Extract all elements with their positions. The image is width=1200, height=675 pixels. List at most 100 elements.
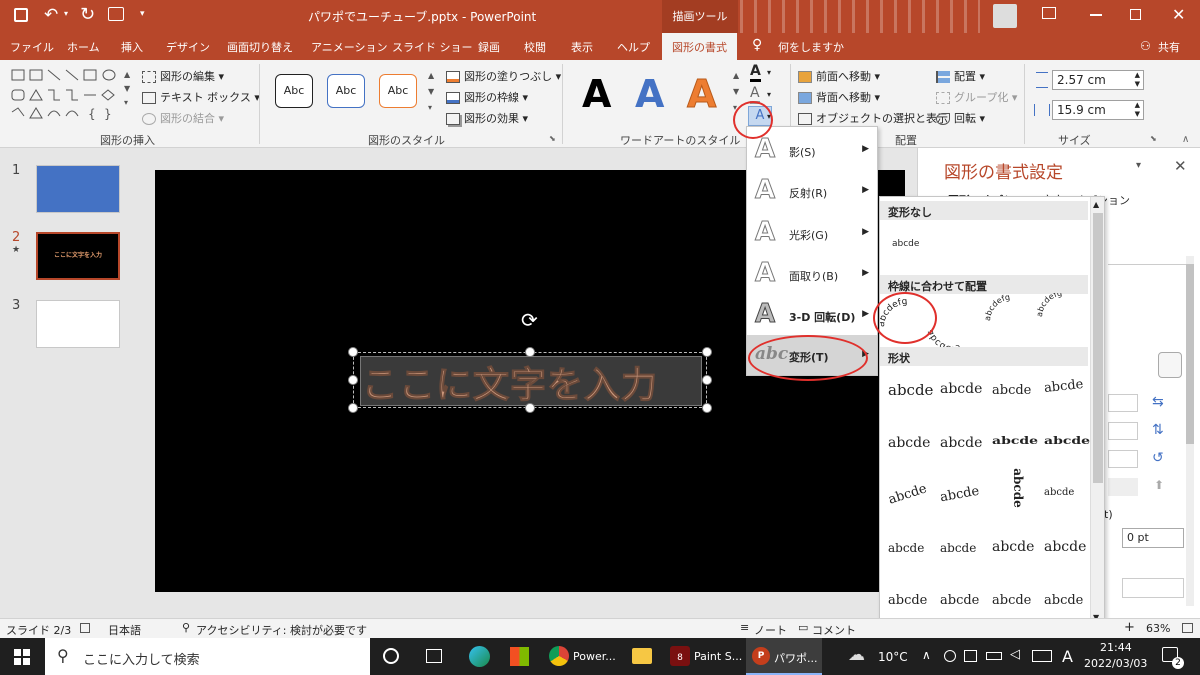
pane-close-icon[interactable]: ✕ xyxy=(1174,157,1187,175)
shape-style-1[interactable]: Abc xyxy=(275,74,313,108)
resize-handle[interactable] xyxy=(702,347,712,357)
avatar[interactable] xyxy=(993,4,1017,28)
close-icon[interactable]: ✕ xyxy=(1172,5,1185,24)
cortana-icon[interactable] xyxy=(383,648,399,664)
rotate-handle-icon[interactable]: ⟳ xyxy=(521,308,538,332)
transform-shape-5[interactable]: abcde xyxy=(888,435,930,451)
transform-shape-17[interactable]: abcde xyxy=(888,593,927,608)
gallery-scroll-thumb[interactable] xyxy=(1093,213,1103,483)
slide-thumbnail-3[interactable] xyxy=(36,300,120,348)
shape-style-2[interactable]: Abc xyxy=(327,74,365,108)
gallery-scrollbar[interactable]: ▲ ▼ xyxy=(1090,197,1104,629)
undo-icon[interactable]: ↶ xyxy=(44,5,58,25)
undo-dropdown-icon[interactable]: ▾ xyxy=(64,9,68,18)
wordart-style-blue[interactable]: A xyxy=(635,72,664,116)
tray-icon-1[interactable] xyxy=(944,650,956,662)
resize-handle[interactable] xyxy=(702,403,712,413)
transform-shape-20[interactable]: abcde xyxy=(1044,593,1083,608)
taskbar-app-chrome[interactable]: Power... xyxy=(573,650,616,663)
resize-handle[interactable] xyxy=(525,347,535,357)
align-button[interactable]: 配置 ▾ xyxy=(936,68,985,84)
send-backward-button[interactable]: 背面へ移動 ▾ xyxy=(798,89,880,105)
store-icon[interactable] xyxy=(510,647,529,666)
slide-thumbnail-1[interactable] xyxy=(36,165,120,213)
notes-view-icon[interactable] xyxy=(80,623,90,633)
tell-me-search[interactable]: 何をしますか xyxy=(778,39,844,55)
share-button[interactable]: 共有 xyxy=(1158,39,1180,55)
tab-shape-format[interactable]: 図形の書式 xyxy=(662,33,737,60)
powerpoint-icon[interactable]: P xyxy=(752,647,770,665)
pt-input[interactable]: 0 pt xyxy=(1122,528,1184,548)
slide-text[interactable]: ここに文字を入力 xyxy=(362,356,702,408)
pane-button[interactable] xyxy=(1158,352,1182,378)
edit-shape-button[interactable]: 図形の編集 ▾ xyxy=(142,68,224,84)
pane-input-2[interactable] xyxy=(1122,578,1184,598)
clock-time[interactable]: 21:44 xyxy=(1100,641,1132,654)
tab-design[interactable]: デザイン xyxy=(166,39,210,55)
shape-effects-button[interactable]: 図形の効果 ▾ xyxy=(446,110,528,126)
transform-shape-4[interactable]: abcde xyxy=(1043,377,1084,396)
size-launcher-icon[interactable]: ⬊ xyxy=(1150,134,1157,143)
transform-shape-9[interactable]: abcde xyxy=(887,481,929,507)
paintshop-icon[interactable]: 8 xyxy=(670,646,690,666)
tab-help[interactable]: ヘルプ xyxy=(617,39,650,55)
shape-gallery[interactable]: { } xyxy=(10,68,120,122)
bring-forward-button[interactable]: 前面へ移動 ▾ xyxy=(798,68,880,84)
volume-icon[interactable]: ◁ xyxy=(1010,647,1020,662)
textbox-button[interactable]: テキスト ボックス ▾ xyxy=(142,89,260,105)
transform-none[interactable]: abcde xyxy=(892,239,919,249)
transform-shape-15[interactable]: abcde xyxy=(992,539,1034,555)
accessibility-status[interactable]: アクセシビリティ: 検討が必要です xyxy=(196,622,367,638)
pane-options-icon[interactable]: ▾ xyxy=(1136,160,1141,171)
rotate-button[interactable]: 回転 ▾ xyxy=(936,110,985,126)
pane-scroll-thumb[interactable] xyxy=(1186,264,1194,444)
shape-gallery-icons[interactable]: { } xyxy=(10,68,128,122)
resize-handle[interactable] xyxy=(348,347,358,357)
transform-shape-7[interactable]: abcde xyxy=(992,435,1038,446)
tab-record[interactable]: 録画 xyxy=(478,39,500,55)
transform-shape-19[interactable]: abcde xyxy=(992,593,1031,608)
transform-shape-10[interactable]: abcde xyxy=(939,484,980,506)
taskbar-search-box[interactable]: ⚲ ここに入力して検索 xyxy=(45,638,370,675)
edge-icon[interactable] xyxy=(469,646,490,667)
pane-spinner-2[interactable] xyxy=(1108,422,1138,440)
fit-slide-icon[interactable] xyxy=(1182,623,1193,633)
tab-home[interactable]: ホーム xyxy=(67,39,100,55)
tab-slideshow[interactable]: スライド ショー xyxy=(392,39,473,55)
shape-style-scroll[interactable]: ▲ ▼ ▾ xyxy=(428,68,434,116)
notes-button[interactable]: ノート xyxy=(754,622,787,638)
tab-view[interactable]: 表示 xyxy=(571,39,593,55)
taskbar-app-paintshop[interactable]: Paint S... xyxy=(694,650,742,663)
pane-spinner-3[interactable] xyxy=(1108,450,1138,468)
ribbon-display-icon[interactable] xyxy=(1042,7,1056,19)
shape-style-3[interactable]: Abc xyxy=(379,74,417,108)
menu-item-3d-rotation[interactable]: A 3-D 回転(D) ▶ xyxy=(747,295,877,335)
language-indicator[interactable]: 日本語 xyxy=(108,622,141,638)
text-fill-icon[interactable]: A xyxy=(750,64,761,82)
chrome-icon[interactable] xyxy=(549,646,569,666)
wordart-style-black[interactable]: A xyxy=(582,72,611,116)
selected-textbox[interactable]: ここに文字を入力 xyxy=(353,352,707,408)
transform-shape-12[interactable]: abcde xyxy=(1044,487,1074,498)
pane-spinner-1[interactable] xyxy=(1108,394,1138,412)
shape-outline-button[interactable]: 図形の枠線 ▾ xyxy=(446,89,528,105)
save-icon[interactable] xyxy=(14,8,28,22)
minimize-icon[interactable] xyxy=(1090,14,1102,16)
transform-circle[interactable]: abcdefg xyxy=(983,293,1011,321)
tab-animations[interactable]: アニメーション xyxy=(311,39,388,55)
shape-fill-button[interactable]: 図形の塗りつぶし ▾ xyxy=(446,68,561,84)
transform-shape-8[interactable]: abcde xyxy=(1044,435,1090,446)
tab-review[interactable]: 校閲 xyxy=(524,39,546,55)
transform-shape-1[interactable]: abcde xyxy=(888,381,933,399)
text-fill-dropdown-icon[interactable]: ▾ xyxy=(767,68,771,77)
show-hidden-icons[interactable]: ∧ xyxy=(922,648,931,662)
collapse-ribbon-icon[interactable]: ∧ xyxy=(1182,134,1189,145)
transform-shape-13[interactable]: abcde xyxy=(888,541,924,555)
width-spinner[interactable]: ▲ ▼ xyxy=(1135,101,1140,119)
taskbar-app-powerpoint[interactable]: パワポ... xyxy=(774,650,818,666)
shape-styles-launcher-icon[interactable]: ⬊ xyxy=(549,134,556,143)
transform-shape-16[interactable]: abcde xyxy=(1044,539,1086,555)
transform-shape-2[interactable]: abcde xyxy=(940,381,982,397)
pane-scrollbar[interactable] xyxy=(1186,256,1194,606)
height-spinner[interactable]: ▲ ▼ xyxy=(1135,71,1140,89)
